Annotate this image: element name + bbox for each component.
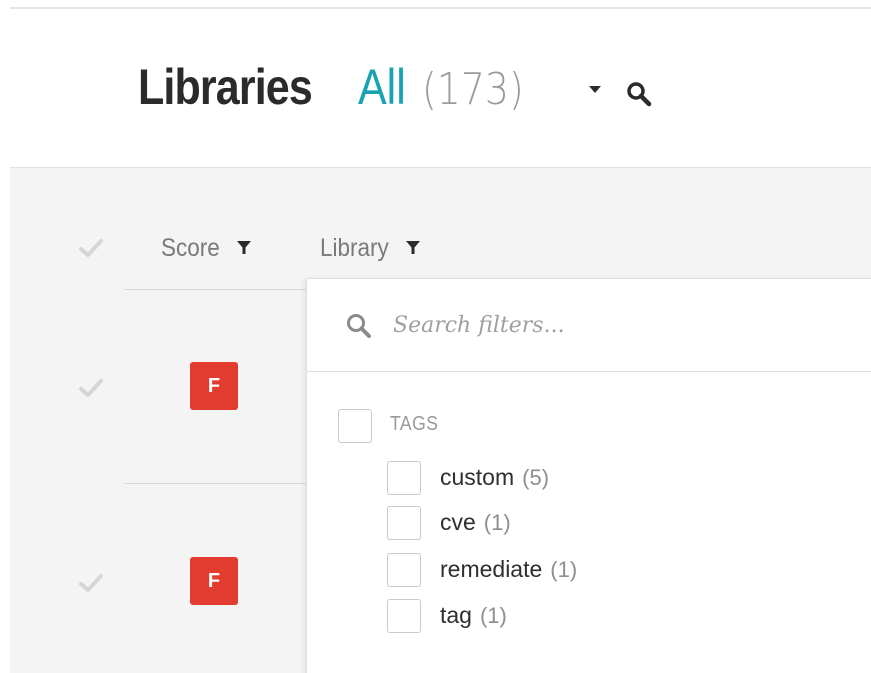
tags-group-label: TAGS bbox=[390, 413, 439, 435]
table-row-divider bbox=[124, 289, 306, 290]
tag-option-cve[interactable]: cve (1) bbox=[387, 506, 787, 542]
score-grade-badge: F bbox=[190, 362, 238, 410]
table-row-divider bbox=[124, 483, 306, 484]
tag-label: remediate (1) bbox=[440, 556, 578, 582]
filter-dropdown-panel: TAGS custom(5) cve(1) remediate(1) tag(1… bbox=[306, 278, 871, 673]
column-header-library[interactable]: Library bbox=[320, 230, 420, 266]
tag-count: (1) bbox=[479, 603, 507, 628]
tag-checkbox[interactable] bbox=[387, 506, 421, 540]
caret-down-icon[interactable] bbox=[589, 86, 601, 93]
filter-search-input[interactable] bbox=[393, 305, 813, 345]
row-select-check-icon[interactable] bbox=[78, 572, 104, 594]
tags-group-checkbox[interactable] bbox=[338, 409, 372, 443]
page: Libraries All (173) Score Library F F Se… bbox=[0, 0, 871, 673]
tag-option-remediate[interactable]: remediate (1) bbox=[387, 553, 787, 589]
top-divider bbox=[10, 7, 871, 9]
tag-count: (1) bbox=[550, 557, 578, 582]
tag-count: (5) bbox=[522, 465, 550, 490]
tag-checkbox[interactable] bbox=[387, 599, 421, 633]
page-title: Libraries All (173) bbox=[138, 58, 562, 128]
search-icon[interactable] bbox=[624, 79, 654, 109]
column-header-label: Score bbox=[161, 233, 220, 262]
filter-search-bar bbox=[307, 279, 871, 372]
score-grade-badge: F bbox=[190, 557, 238, 605]
column-header-score[interactable]: Score bbox=[161, 230, 251, 266]
library-count: (173) bbox=[422, 64, 524, 115]
column-header-label: Library bbox=[320, 233, 389, 262]
page-title-text: Libraries bbox=[138, 59, 313, 115]
library-filter-selector[interactable]: All bbox=[358, 58, 411, 116]
row-select-check-icon[interactable] bbox=[78, 377, 104, 399]
search-icon bbox=[347, 314, 371, 338]
tag-checkbox[interactable] bbox=[387, 461, 421, 495]
tag-label: custom (5) bbox=[440, 464, 550, 490]
tag-label: cve (1) bbox=[440, 509, 511, 535]
tag-checkbox[interactable] bbox=[387, 553, 421, 587]
tag-option-custom[interactable]: custom (5) bbox=[387, 461, 787, 497]
tag-option-tag[interactable]: tag (1) bbox=[387, 599, 787, 635]
tag-count: (1) bbox=[483, 510, 511, 535]
select-all-check-icon[interactable] bbox=[78, 237, 104, 259]
filter-funnel-icon[interactable] bbox=[237, 241, 251, 255]
filter-funnel-icon[interactable] bbox=[406, 241, 420, 255]
tag-label: tag (1) bbox=[440, 602, 507, 628]
